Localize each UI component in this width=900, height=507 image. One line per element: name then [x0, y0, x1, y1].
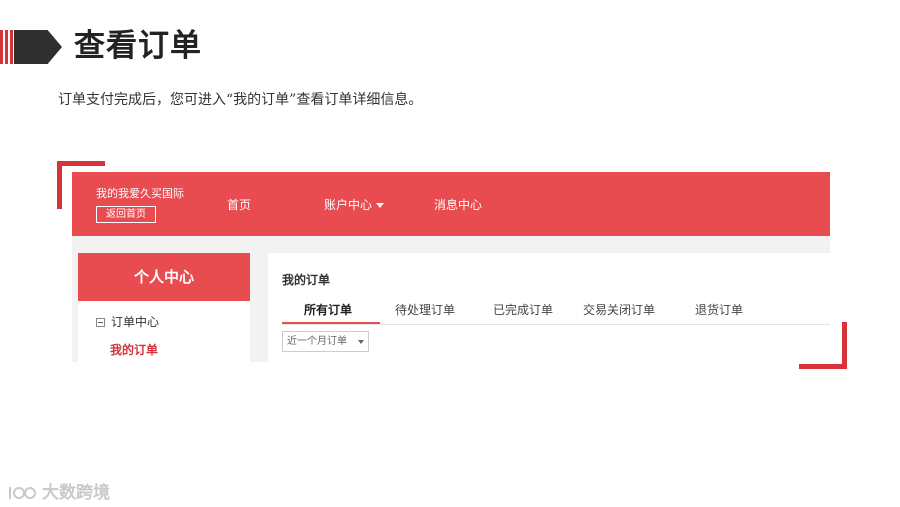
site-header: 我的我爱久买国际 返回首页 首页 账户中心 消息中心: [72, 172, 830, 236]
watermark: 大数跨境: [8, 478, 110, 503]
embedded-screenshot: 我的我爱久买国际 返回首页 首页 账户中心 消息中心 个人中心 订单中心 我的订…: [72, 172, 830, 362]
date-range-value: 近一个月订单: [287, 336, 347, 347]
nav-home[interactable]: 首页: [227, 196, 251, 213]
caret-down-icon: [376, 203, 385, 208]
watermark-text: 大数跨境: [42, 483, 110, 503]
sidebar: 个人中心 订单中心 我的订单: [78, 253, 250, 362]
chevron-down-icon: [358, 340, 364, 344]
main-content: 我的订单 所有订单 待处理订单 已完成订单 交易关闭订单 退货订单 近一个月订单: [268, 253, 830, 362]
tab-return-orders[interactable]: 退货订单: [695, 301, 743, 318]
slide-title: 查看订单: [74, 28, 202, 64]
sidebar-item-my-orders[interactable]: 我的订单: [110, 341, 158, 358]
nav-account-center[interactable]: 账户中心: [324, 196, 385, 213]
title-stripes: [0, 30, 14, 64]
tab-pending-orders[interactable]: 待处理订单: [395, 301, 455, 318]
tab-closed-orders[interactable]: 交易关闭订单: [583, 301, 655, 318]
slide-subtitle: 订单支付完成后，您可进入“我的订单”查看订单详细信息。: [58, 92, 423, 108]
slide: 查看订单 订单支付完成后，您可进入“我的订单”查看订单详细信息。 我的我爱久买国…: [0, 0, 900, 507]
sidebar-group-label: 订单中心: [111, 315, 160, 329]
tab-completed-orders[interactable]: 已完成订单: [493, 301, 553, 318]
nav-account-label: 账户中心: [324, 198, 373, 212]
title-arrow-icon: [14, 30, 62, 64]
tab-all-orders[interactable]: 所有订单: [304, 301, 352, 318]
sidebar-title: 个人中心: [78, 253, 250, 301]
collapse-icon: [96, 318, 105, 327]
nav-message-center[interactable]: 消息中心: [434, 196, 482, 213]
back-home-button[interactable]: 返回首页: [96, 206, 156, 223]
order-tabs: 所有订单 待处理订单 已完成订单 交易关闭订单 退货订单: [282, 294, 830, 325]
content-title: 我的订单: [282, 273, 331, 287]
active-tab-indicator: [282, 322, 380, 324]
site-brand: 我的我爱久买国际: [96, 187, 184, 200]
sidebar-group-orders[interactable]: 订单中心: [96, 313, 159, 330]
date-range-select[interactable]: 近一个月订单: [282, 331, 369, 352]
watermark-logo-icon: [9, 487, 36, 499]
title-decoration: [0, 30, 70, 64]
